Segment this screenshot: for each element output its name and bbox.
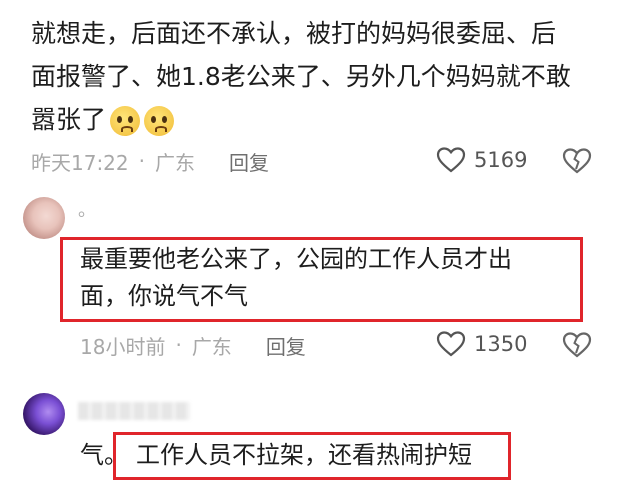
comment-text: 就想走，后面还不承认，被打的妈妈很委屈、后 面报警了、她1.8老公来了、另外几个… [31, 12, 611, 141]
reply-text: 最重要他老公来了，公园的工作人员才出 面，你说气不气 [80, 241, 580, 315]
comment-meta: 昨天17:22 · 广东 回复 [31, 147, 269, 176]
heart-icon [436, 331, 466, 357]
username[interactable]: 。 [78, 196, 96, 222]
comment-text-line: 嚣张了 [31, 98, 611, 141]
avatar[interactable] [23, 393, 65, 435]
reply-text: 气。 工作人员不拉架，还看热闹护短 [80, 437, 472, 473]
timestamp: 昨天17:22 [31, 150, 129, 175]
reply-text-prefix: 气。 [80, 441, 128, 469]
reply-text-line: 面，你说气不气 [80, 282, 248, 310]
location: 广东 [191, 334, 232, 359]
like-count: 5169 [474, 148, 528, 172]
comment-text-line: 就想走，后面还不承认，被打的妈妈很委屈、后 [31, 19, 557, 48]
reply-button[interactable]: 回复 [229, 147, 269, 176]
like-count: 1350 [474, 332, 528, 356]
comment-text-tail: 嚣张了 [31, 105, 107, 134]
dislike-broken-heart-icon[interactable] [562, 147, 592, 175]
username-blurred[interactable] [78, 402, 190, 420]
avatar[interactable] [23, 197, 65, 239]
comment-text-line: 面报警了、她1.8老公来了、另外几个妈妈就不敢 [31, 62, 571, 91]
heart-icon [436, 147, 466, 173]
meta-separator: · [175, 333, 182, 357]
pleading-face-emoji [144, 106, 175, 136]
dislike-broken-heart-icon[interactable] [562, 331, 592, 359]
pleading-face-emoji [110, 106, 141, 136]
reply-meta: 18小时前 · 广东 回复 [80, 331, 306, 360]
meta-separator: · [138, 149, 145, 173]
reply-text-line: 最重要他老公来了，公园的工作人员才出 [80, 245, 512, 273]
reply-button[interactable]: 回复 [266, 331, 306, 360]
like-button[interactable]: 1350 [436, 330, 527, 358]
like-button[interactable]: 5169 [436, 146, 527, 174]
reply-text-highlight: 工作人员不拉架，还看热闹护短 [136, 441, 472, 469]
location: 广东 [155, 150, 195, 175]
timestamp: 18小时前 [80, 334, 166, 359]
